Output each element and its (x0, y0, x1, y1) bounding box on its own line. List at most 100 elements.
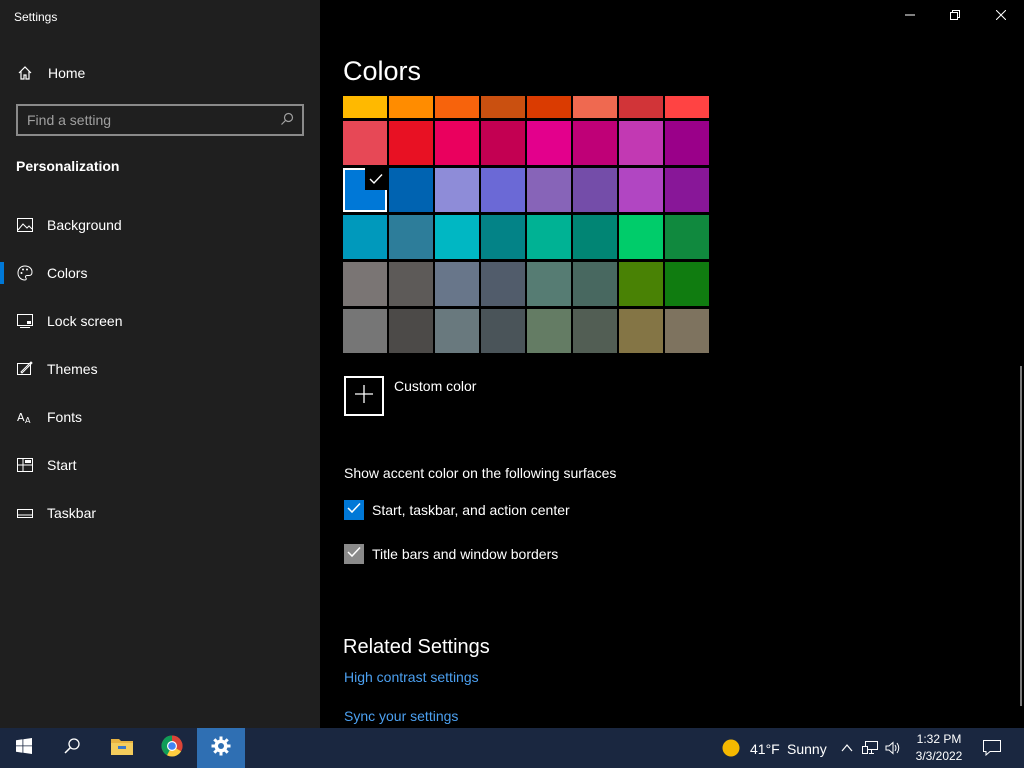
sun-icon[interactable] (722, 739, 740, 757)
color-swatch[interactable] (619, 96, 663, 118)
checkmark-icon (347, 501, 361, 519)
color-swatch[interactable] (389, 121, 433, 165)
color-swatch[interactable] (527, 215, 571, 259)
color-swatch[interactable] (481, 96, 525, 118)
search-input[interactable] (18, 112, 268, 128)
color-swatch[interactable] (435, 168, 479, 212)
checkbox[interactable] (344, 500, 364, 520)
taskbar: 41°F Sunny 1:32 PM 3/3/2022 (0, 728, 1024, 768)
color-swatch[interactable] (665, 96, 709, 118)
color-swatch[interactable] (389, 215, 433, 259)
sidebar: Settings Home Personalization Background… (0, 0, 320, 728)
sidebar-item-home[interactable]: Home (0, 53, 320, 93)
svg-text:A: A (25, 416, 31, 424)
color-swatch[interactable] (389, 96, 433, 118)
sidebar-item-themes[interactable]: Themes (0, 349, 320, 389)
search-button[interactable] (48, 728, 96, 768)
color-swatch[interactable] (573, 309, 617, 353)
clock-time[interactable]: 1:32 PM (910, 732, 968, 746)
sidebar-item-background[interactable]: Background (0, 205, 320, 245)
color-swatch[interactable] (619, 309, 663, 353)
color-swatch[interactable] (389, 309, 433, 353)
sidebar-item-start[interactable]: Start (0, 445, 320, 485)
color-swatch[interactable] (343, 262, 387, 306)
color-swatch[interactable] (527, 262, 571, 306)
color-swatch[interactable] (343, 96, 387, 118)
color-swatch[interactable] (435, 215, 479, 259)
color-swatch[interactable] (619, 215, 663, 259)
windows-logo-icon (16, 737, 32, 759)
color-swatch[interactable] (527, 168, 571, 212)
color-swatch[interactable] (619, 121, 663, 165)
color-swatch[interactable] (665, 121, 709, 165)
color-swatch[interactable] (389, 168, 433, 212)
lock-screen-icon (16, 312, 34, 330)
clock-date[interactable]: 3/3/2022 (910, 749, 968, 763)
sync-settings-link[interactable]: Sync your settings (344, 708, 458, 724)
color-swatch[interactable] (665, 262, 709, 306)
color-swatch[interactable] (573, 96, 617, 118)
minimize-icon (905, 7, 915, 25)
color-swatch[interactable] (527, 121, 571, 165)
color-swatch[interactable] (435, 309, 479, 353)
weather-condition[interactable]: Sunny (787, 741, 827, 757)
search-field[interactable] (16, 104, 304, 136)
minimize-button[interactable] (887, 0, 933, 32)
sidebar-item-colors[interactable]: Colors (0, 253, 320, 293)
color-swatch[interactable] (435, 96, 479, 118)
settings-taskbar-button[interactable] (197, 728, 245, 768)
color-swatch[interactable] (481, 121, 525, 165)
sidebar-item-label: Taskbar (47, 505, 97, 521)
color-swatch[interactable] (343, 309, 387, 353)
checkbox[interactable] (344, 544, 364, 564)
color-swatch[interactable] (343, 168, 387, 212)
color-swatch[interactable] (573, 262, 617, 306)
taskbar-icon (16, 504, 34, 522)
color-swatch[interactable] (435, 262, 479, 306)
color-swatch[interactable] (481, 262, 525, 306)
color-swatch[interactable] (527, 309, 571, 353)
scrollbar[interactable] (1020, 366, 1022, 706)
high-contrast-settings-link[interactable]: High contrast settings (344, 669, 479, 685)
color-swatch[interactable] (665, 168, 709, 212)
color-swatch[interactable] (527, 96, 571, 118)
sidebar-item-lock-screen[interactable]: Lock screen (0, 301, 320, 341)
network-icon[interactable] (862, 740, 878, 756)
start-button[interactable] (0, 728, 48, 768)
volume-icon[interactable] (885, 740, 901, 756)
color-swatch[interactable] (573, 168, 617, 212)
page-title: Colors (343, 56, 422, 86)
search-icon[interactable] (280, 112, 296, 128)
checkbox-label: Start, taskbar, and action center (372, 502, 570, 518)
color-swatch[interactable] (435, 121, 479, 165)
color-swatch[interactable] (343, 121, 387, 165)
color-swatch[interactable] (573, 215, 617, 259)
color-swatch[interactable] (481, 309, 525, 353)
section-heading: Personalization (16, 158, 120, 174)
sidebar-item-taskbar[interactable]: Taskbar (0, 493, 320, 533)
file-explorer-button[interactable] (98, 728, 146, 768)
color-swatch[interactable] (389, 262, 433, 306)
chrome-button[interactable] (148, 728, 196, 768)
custom-color-button[interactable] (344, 376, 384, 416)
color-swatch[interactable] (665, 309, 709, 353)
weather-temperature[interactable]: 41°F (750, 741, 780, 757)
checkbox-title-bars-window-borders[interactable]: Title bars and window borders (344, 544, 558, 564)
color-swatch[interactable] (481, 168, 525, 212)
notification-icon[interactable] (982, 739, 1002, 757)
checkbox-start-taskbar-action-center[interactable]: Start, taskbar, and action center (344, 500, 570, 520)
color-swatch[interactable] (619, 262, 663, 306)
sidebar-item-fonts[interactable]: AA Fonts (0, 397, 320, 437)
color-swatch[interactable] (343, 215, 387, 259)
color-swatch[interactable] (619, 168, 663, 212)
color-swatch[interactable] (665, 215, 709, 259)
sidebar-item-label: Lock screen (47, 313, 123, 329)
themes-icon (16, 360, 34, 378)
restore-button[interactable] (932, 0, 978, 32)
color-swatch-grid (343, 96, 711, 356)
checkmark-icon (365, 168, 387, 190)
color-swatch[interactable] (481, 215, 525, 259)
chevron-up-icon[interactable] (839, 740, 855, 756)
close-button[interactable] (978, 0, 1024, 32)
color-swatch[interactable] (573, 121, 617, 165)
